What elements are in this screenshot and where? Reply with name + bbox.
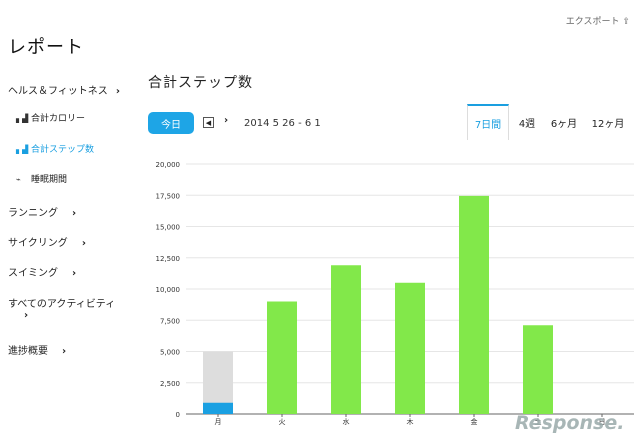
- sidebar-subitem-label: 合計ステップ数: [31, 145, 95, 155]
- x-tick-label: 木: [407, 417, 414, 426]
- x-tick-label: 火: [279, 418, 286, 426]
- y-tick-label: 17,500: [156, 192, 181, 200]
- steps-bar-chart: 0 2,500 5,000 7,500 10,000 12,500 15,000 17,500…: [156, 161, 634, 426]
- y-tick-label: 5,000: [160, 349, 180, 357]
- next-period-button[interactable]: ›: [224, 115, 228, 126]
- tab-12-months[interactable]: 12ヶ月: [583, 104, 633, 140]
- chevron-right-icon: ›: [81, 238, 86, 249]
- bar: [395, 282, 425, 414]
- chevron-right-icon[interactable]: ›: [24, 310, 28, 321]
- sidebar-item-label: サイクリング: [8, 238, 68, 249]
- page-title: レポート: [8, 37, 84, 58]
- chevron-left-icon: ◀: [205, 118, 212, 127]
- date-range: 2014 5 26 - 6 1: [244, 118, 321, 129]
- chevron-right-icon: ›: [115, 86, 120, 97]
- chevron-right-icon: ›: [62, 346, 67, 357]
- pulse-icon: ⌁: [16, 175, 21, 184]
- sidebar-item-label: 進捗概要: [8, 346, 48, 357]
- tab-6-months[interactable]: 6ヶ月: [545, 104, 583, 140]
- sidebar-item-cycling[interactable]: サイクリング ›: [8, 234, 86, 249]
- sidebar-subitem-total-steps[interactable]: ▖▟ 合計ステップ数: [16, 142, 94, 155]
- x-tick-label: 金: [471, 417, 478, 426]
- y-tick-label: 10,000: [156, 286, 181, 294]
- export-label: エクスポート: [565, 17, 620, 27]
- export-icon: ⇪: [622, 17, 630, 27]
- x-tick-label: 月: [215, 418, 222, 426]
- y-tick-label: 12,500: [156, 255, 181, 263]
- prev-period-button[interactable]: ◀: [203, 117, 214, 128]
- chevron-right-icon: ›: [72, 268, 77, 279]
- sidebar-item-progress-summary[interactable]: 進捗概要 ›: [8, 342, 66, 357]
- section-title: 合計ステップ数: [148, 75, 253, 91]
- bar-chart-icon: ▖▟: [16, 145, 29, 154]
- y-tick-label: 15,000: [156, 224, 181, 232]
- period-tabs: 7日間 4週 6ヶ月 12ヶ月: [467, 104, 633, 140]
- sidebar-subitem-label: 合計カロリー: [31, 114, 86, 124]
- y-tick-label: 0: [176, 411, 180, 419]
- sidebar-item-running[interactable]: ランニング ›: [8, 204, 76, 219]
- response-watermark: Response.: [515, 412, 625, 434]
- bar: [267, 301, 297, 414]
- sidebar-subitem-sleep[interactable]: ⌁ 睡眠期間: [16, 172, 67, 185]
- sidebar-item-label: ヘルス＆フィットネス: [8, 86, 108, 97]
- sidebar-subitem-total-calories[interactable]: ▖▟ 合計カロリー: [16, 111, 85, 124]
- y-tick-label: 7,500: [160, 317, 180, 325]
- chevron-right-icon: ›: [224, 115, 229, 126]
- x-tick-label: 水: [343, 417, 350, 426]
- sidebar-item-label: ランニング: [8, 208, 58, 219]
- tab-7-days[interactable]: 7日間: [467, 104, 509, 140]
- y-tick-label: 2,500: [160, 380, 180, 388]
- bar-current: [203, 402, 233, 414]
- sidebar-item-swimming[interactable]: スイミング ›: [8, 264, 76, 279]
- bar: [459, 195, 489, 414]
- sidebar-item-all-activities[interactable]: すべてのアクティビティ: [8, 295, 115, 310]
- today-button[interactable]: 今日: [148, 112, 194, 134]
- bar: [331, 265, 361, 414]
- export-button[interactable]: エクスポート ⇪: [566, 14, 630, 27]
- y-tick-label: 20,000: [156, 161, 181, 169]
- sidebar-subitem-label: 睡眠期間: [31, 175, 68, 185]
- tab-4-weeks[interactable]: 4週: [509, 104, 545, 140]
- sidebar-item-label: すべてのアクティビティ: [8, 299, 116, 310]
- sidebar-item-health[interactable]: ヘルス＆フィットネス ›: [8, 82, 120, 97]
- bar-chart-icon: ▖▟: [16, 114, 29, 123]
- sidebar-item-label: スイミング: [8, 268, 58, 279]
- bar: [523, 325, 553, 414]
- chevron-right-icon: ›: [72, 208, 77, 219]
